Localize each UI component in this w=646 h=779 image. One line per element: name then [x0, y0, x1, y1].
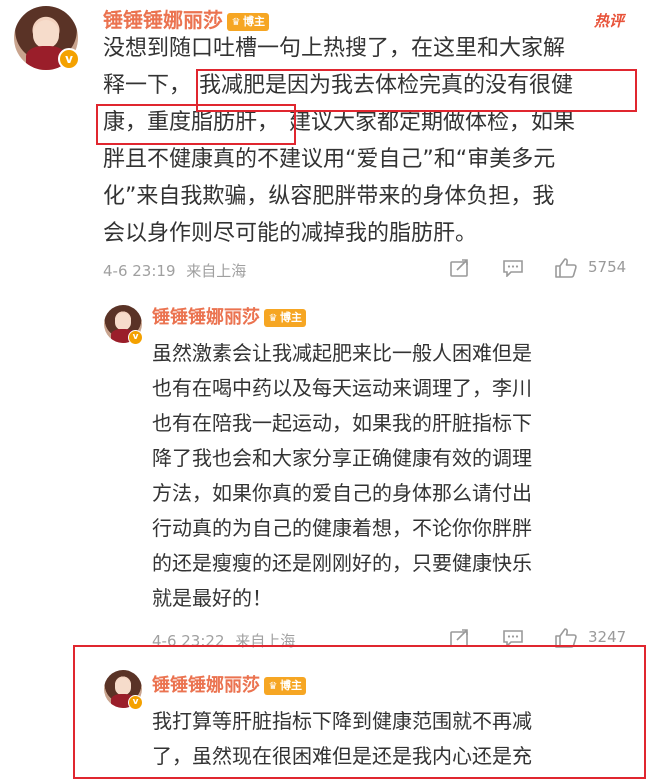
- crown-icon: ♛: [231, 16, 241, 28]
- comment-meta: 4-6 23:19 来自上海: [103, 260, 246, 281]
- badge-label: 博主: [280, 311, 302, 324]
- reply-text: 我打算等肝脏指标下降到健康范围就不再减 了，虽然现在很困难但是还是我内心还是充: [152, 704, 632, 774]
- verified-icon: v: [128, 695, 143, 710]
- comment-line: 建议大家都定期做体检，如果: [289, 110, 576, 135]
- reply-line: 了，虽然现在很困难但是还是我内心还是充: [152, 744, 532, 768]
- comment-line: 没想到随口吐槽一句上热搜了，在这里和大家解: [103, 36, 566, 61]
- reply-author-text[interactable]: 锤锤锤娜丽莎: [152, 307, 260, 328]
- reply-line: 就是最好的！: [152, 586, 272, 610]
- hot-comment-badge: 热评: [594, 12, 625, 30]
- reply-line: 虽然激素会让我减起肥来比一般人困难但是: [152, 341, 532, 365]
- blogger-badge: ♛ 博主: [264, 677, 306, 695]
- comment-location: 来自上海: [186, 262, 247, 280]
- comment-time: 4-6 23:19: [103, 262, 176, 280]
- reply-author-name[interactable]: 锤锤锤娜丽莎 ♛ 博主: [152, 671, 306, 697]
- reply-author-name[interactable]: 锤锤锤娜丽莎 ♛ 博主: [152, 303, 306, 329]
- author-name[interactable]: 锤锤锤娜丽莎 ♛ 博主: [103, 4, 269, 33]
- crown-icon: ♛: [268, 313, 278, 324]
- verified-icon: v: [58, 48, 80, 70]
- author-name-text[interactable]: 锤锤锤娜丽莎: [103, 8, 223, 32]
- reply-line: 的还是瘦瘦的还是刚刚好的，只要健康快乐: [152, 551, 532, 575]
- comment-line: 会以身作则尽可能的减掉我的脂肪肝。: [103, 221, 478, 246]
- reply-line: 也有在陪我一起运动，如果我的肝脏指标下: [152, 411, 532, 435]
- reply-line: 我打算等肝脏指标下降到健康范围就不再减: [152, 709, 532, 733]
- verified-icon: v: [128, 330, 143, 345]
- blogger-badge: ♛ 博主: [227, 12, 269, 31]
- like-count: 3247: [588, 628, 627, 646]
- comment-line: 释一下，: [103, 73, 192, 98]
- blogger-badge: ♛ 博主: [264, 309, 306, 327]
- reply-line: 降了我也会和大家分享正确健康有效的调理: [152, 446, 532, 470]
- crown-icon: ♛: [268, 681, 278, 692]
- badge-label: 博主: [243, 14, 265, 28]
- reply-text: 虽然激素会让我减起肥来比一般人困难但是 也有在喝中药以及每天运动来调理了，李川 …: [152, 336, 632, 616]
- comment-line: 胖且不健康真的不建议用“爱自己”和“审美多元: [103, 147, 556, 172]
- like-count: 5754: [588, 258, 627, 276]
- share-icon[interactable]: [450, 259, 470, 277]
- reply-line: 方法，如果你真的爱自己的身体那么请付出: [152, 481, 532, 505]
- comment-line: 化”来自我欺骗，纵容肥胖带来的身体负担，我: [103, 184, 555, 209]
- reply-line: 也有在喝中药以及每天运动来调理了，李川: [152, 376, 532, 400]
- comment-actions: 5754: [450, 257, 640, 281]
- like-icon[interactable]: [554, 257, 578, 279]
- reply-line: 行动真的为自己的健康着想，不论你你胖胖: [152, 516, 532, 540]
- reply-author-text[interactable]: 锤锤锤娜丽莎: [152, 675, 260, 696]
- badge-label: 博主: [280, 679, 302, 692]
- comment-icon[interactable]: [502, 259, 523, 278]
- highlight-box: [96, 104, 296, 145]
